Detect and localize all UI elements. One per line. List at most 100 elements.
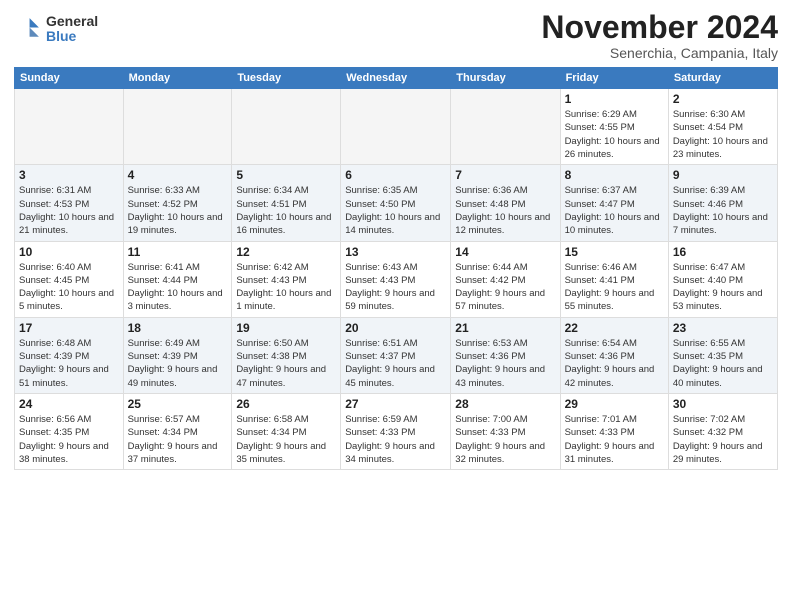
table-row: 17Sunrise: 6:48 AM Sunset: 4:39 PM Dayli… (15, 317, 124, 393)
day-number: 1 (565, 92, 664, 106)
day-info: Sunrise: 6:49 AM Sunset: 4:39 PM Dayligh… (128, 337, 228, 390)
day-info: Sunrise: 6:36 AM Sunset: 4:48 PM Dayligh… (455, 184, 555, 237)
day-number: 17 (19, 321, 119, 335)
table-row: 12Sunrise: 6:42 AM Sunset: 4:43 PM Dayli… (232, 241, 341, 317)
logo-blue-text: Blue (46, 29, 98, 44)
table-row: 20 Sunrise: 6:51 AM Sunset: 4:37 PM Dayli… (341, 317, 451, 393)
logo: General Blue (14, 14, 98, 45)
table-row: 11 Sunrise: 6:41 AM Sunset: 4:44 PM Dayli… (123, 241, 232, 317)
day-info: Sunrise: 6:34 AM Sunset: 4:51 PM Dayligh… (236, 184, 336, 237)
day-number: 22 (565, 321, 664, 335)
page-container: General Blue November 2024 Senerchia, Ca… (0, 0, 792, 480)
logo-general-text: General (46, 14, 98, 29)
day-info: Sunrise: 6:55 AM Sunset: 4:35 PM Dayligh… (673, 337, 773, 390)
day-info: Sunrise: 7:02 AM Sunset: 4:32 PM Dayligh… (673, 413, 773, 466)
day-number: 9 (673, 168, 773, 182)
day-info: Sunrise: 6:58 AM Sunset: 4:34 PM Dayligh… (236, 413, 336, 466)
calendar-header-row: Sunday Monday Tuesday Wednesday Thursday… (15, 68, 778, 89)
day-info: Sunrise: 6:37 AM Sunset: 4:47 PM Dayligh… (565, 184, 664, 237)
table-row: 29 Sunrise: 7:01 AM Sunset: 4:33 PM Dayli… (560, 393, 668, 469)
day-number: 13 (345, 245, 446, 259)
day-info: Sunrise: 7:00 AM Sunset: 4:33 PM Dayligh… (455, 413, 555, 466)
col-sunday: Sunday (15, 68, 124, 89)
table-row: 6 Sunrise: 6:35 AM Sunset: 4:50 PM Daylig… (341, 165, 451, 241)
col-thursday: Thursday (451, 68, 560, 89)
day-info: Sunrise: 6:29 AM Sunset: 4:55 PM Dayligh… (565, 108, 664, 161)
day-number: 28 (455, 397, 555, 411)
table-row (451, 89, 560, 165)
day-number: 25 (128, 397, 228, 411)
day-number: 3 (19, 168, 119, 182)
day-info: Sunrise: 6:56 AM Sunset: 4:35 PM Dayligh… (19, 413, 119, 466)
calendar-week-row: 10 Sunrise: 6:40 AM Sunset: 4:45 PM Dayli… (15, 241, 778, 317)
day-number: 12 (236, 245, 336, 259)
col-tuesday: Tuesday (232, 68, 341, 89)
day-info: Sunrise: 6:50 AM Sunset: 4:38 PM Dayligh… (236, 337, 336, 390)
table-row: 2 Sunrise: 6:30 AM Sunset: 4:54 PM Daylig… (668, 89, 777, 165)
table-row: 7 Sunrise: 6:36 AM Sunset: 4:48 PM Daylig… (451, 165, 560, 241)
day-info: Sunrise: 6:39 AM Sunset: 4:46 PM Dayligh… (673, 184, 773, 237)
logo-text: General Blue (46, 14, 98, 45)
day-number: 4 (128, 168, 228, 182)
calendar-table: Sunday Monday Tuesday Wednesday Thursday… (14, 67, 778, 470)
calendar-week-row: 3 Sunrise: 6:31 AM Sunset: 4:53 PM Daylig… (15, 165, 778, 241)
col-saturday: Saturday (668, 68, 777, 89)
day-info: Sunrise: 6:59 AM Sunset: 4:33 PM Dayligh… (345, 413, 446, 466)
day-number: 11 (128, 245, 228, 259)
day-number: 15 (565, 245, 664, 259)
day-info: Sunrise: 6:40 AM Sunset: 4:45 PM Dayligh… (19, 261, 119, 314)
day-number: 16 (673, 245, 773, 259)
day-info: Sunrise: 6:47 AM Sunset: 4:40 PM Dayligh… (673, 261, 773, 314)
table-row: 4 Sunrise: 6:33 AM Sunset: 4:52 PM Daylig… (123, 165, 232, 241)
day-info: Sunrise: 6:35 AM Sunset: 4:50 PM Dayligh… (345, 184, 446, 237)
day-info: Sunrise: 6:53 AM Sunset: 4:36 PM Dayligh… (455, 337, 555, 390)
table-row: 10 Sunrise: 6:40 AM Sunset: 4:45 PM Dayli… (15, 241, 124, 317)
table-row: 16 Sunrise: 6:47 AM Sunset: 4:40 PM Dayli… (668, 241, 777, 317)
day-number: 18 (128, 321, 228, 335)
location-subtitle: Senerchia, Campania, Italy (541, 45, 778, 61)
table-row (15, 89, 124, 165)
day-number: 24 (19, 397, 119, 411)
day-number: 27 (345, 397, 446, 411)
calendar-week-row: 24 Sunrise: 6:56 AM Sunset: 4:35 PM Dayli… (15, 393, 778, 469)
day-info: Sunrise: 6:46 AM Sunset: 4:41 PM Dayligh… (565, 261, 664, 314)
table-row: 15 Sunrise: 6:46 AM Sunset: 4:41 PM Dayli… (560, 241, 668, 317)
day-number: 20 (345, 321, 446, 335)
day-number: 29 (565, 397, 664, 411)
day-number: 26 (236, 397, 336, 411)
table-row: 19Sunrise: 6:50 AM Sunset: 4:38 PM Dayli… (232, 317, 341, 393)
table-row: 9 Sunrise: 6:39 AM Sunset: 4:46 PM Daylig… (668, 165, 777, 241)
day-info: Sunrise: 7:01 AM Sunset: 4:33 PM Dayligh… (565, 413, 664, 466)
table-row: 18 Sunrise: 6:49 AM Sunset: 4:39 PM Dayli… (123, 317, 232, 393)
day-info: Sunrise: 6:33 AM Sunset: 4:52 PM Dayligh… (128, 184, 228, 237)
table-row (232, 89, 341, 165)
header: General Blue November 2024 Senerchia, Ca… (14, 10, 778, 61)
col-monday: Monday (123, 68, 232, 89)
day-info: Sunrise: 6:57 AM Sunset: 4:34 PM Dayligh… (128, 413, 228, 466)
day-info: Sunrise: 6:44 AM Sunset: 4:42 PM Dayligh… (455, 261, 555, 314)
day-info: Sunrise: 6:51 AM Sunset: 4:37 PM Dayligh… (345, 337, 446, 390)
col-friday: Friday (560, 68, 668, 89)
day-number: 6 (345, 168, 446, 182)
day-info: Sunrise: 6:54 AM Sunset: 4:36 PM Dayligh… (565, 337, 664, 390)
day-number: 7 (455, 168, 555, 182)
table-row: 27 Sunrise: 6:59 AM Sunset: 4:33 PM Dayli… (341, 393, 451, 469)
day-number: 21 (455, 321, 555, 335)
table-row: 8 Sunrise: 6:37 AM Sunset: 4:47 PM Daylig… (560, 165, 668, 241)
logo-icon (14, 15, 42, 43)
table-row: 1 Sunrise: 6:29 AM Sunset: 4:55 PM Daylig… (560, 89, 668, 165)
day-info: Sunrise: 6:31 AM Sunset: 4:53 PM Dayligh… (19, 184, 119, 237)
day-info: Sunrise: 6:30 AM Sunset: 4:54 PM Dayligh… (673, 108, 773, 161)
day-info: Sunrise: 6:43 AM Sunset: 4:43 PM Dayligh… (345, 261, 446, 314)
day-number: 2 (673, 92, 773, 106)
table-row: 30Sunrise: 7:02 AM Sunset: 4:32 PM Dayli… (668, 393, 777, 469)
table-row: 3 Sunrise: 6:31 AM Sunset: 4:53 PM Daylig… (15, 165, 124, 241)
table-row: 26 Sunrise: 6:58 AM Sunset: 4:34 PM Dayli… (232, 393, 341, 469)
day-number: 5 (236, 168, 336, 182)
day-info: Sunrise: 6:41 AM Sunset: 4:44 PM Dayligh… (128, 261, 228, 314)
day-number: 10 (19, 245, 119, 259)
day-number: 8 (565, 168, 664, 182)
table-row: 13 Sunrise: 6:43 AM Sunset: 4:43 PM Dayli… (341, 241, 451, 317)
table-row: 22 Sunrise: 6:54 AM Sunset: 4:36 PM Dayli… (560, 317, 668, 393)
table-row: 23Sunrise: 6:55 AM Sunset: 4:35 PM Dayli… (668, 317, 777, 393)
